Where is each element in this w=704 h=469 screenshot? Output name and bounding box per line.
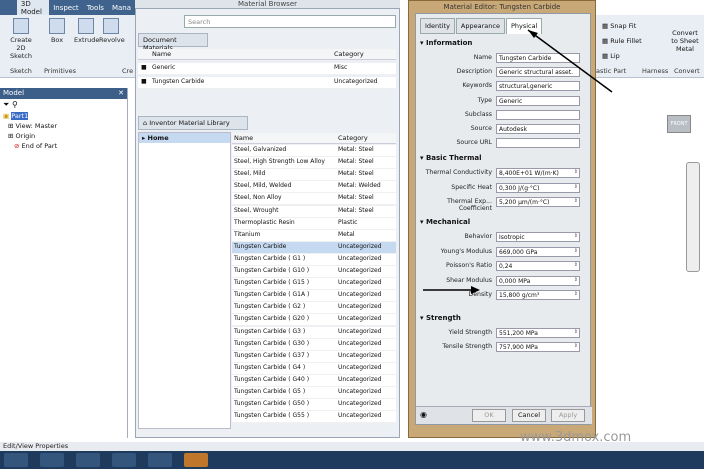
arrow-head-density [471, 286, 480, 294]
watermark: www.3dmox.com [520, 430, 632, 445]
group-harness: Harness [642, 67, 669, 75]
group-plastic-part: astic Part [596, 67, 627, 75]
taskbar-app-2[interactable] [76, 453, 100, 467]
right-ribbon: ▦ Snap Fit ▦ Rule Fillet ▦ Lip Convert t… [596, 15, 704, 78]
taskbar-app-inventor[interactable] [184, 453, 208, 467]
taskbar-app-4[interactable] [148, 453, 172, 467]
lip-button[interactable]: ▦ Lip [602, 52, 620, 60]
rule-fillet-button[interactable]: ▦ Rule Fillet [602, 37, 642, 45]
convert-sheet-metal-button[interactable]: Convert to Sheet Metal [668, 29, 702, 53]
taskbar-app-1[interactable] [40, 453, 64, 467]
snap-fit-button[interactable]: ▦ Snap Fit [602, 22, 636, 30]
view-cube[interactable]: FRONT [667, 115, 691, 133]
taskbar [0, 451, 704, 469]
navigation-bar[interactable] [686, 162, 700, 272]
group-convert: Convert [674, 67, 700, 75]
taskbar-app-3[interactable] [112, 453, 136, 467]
start-button[interactable] [4, 453, 28, 467]
